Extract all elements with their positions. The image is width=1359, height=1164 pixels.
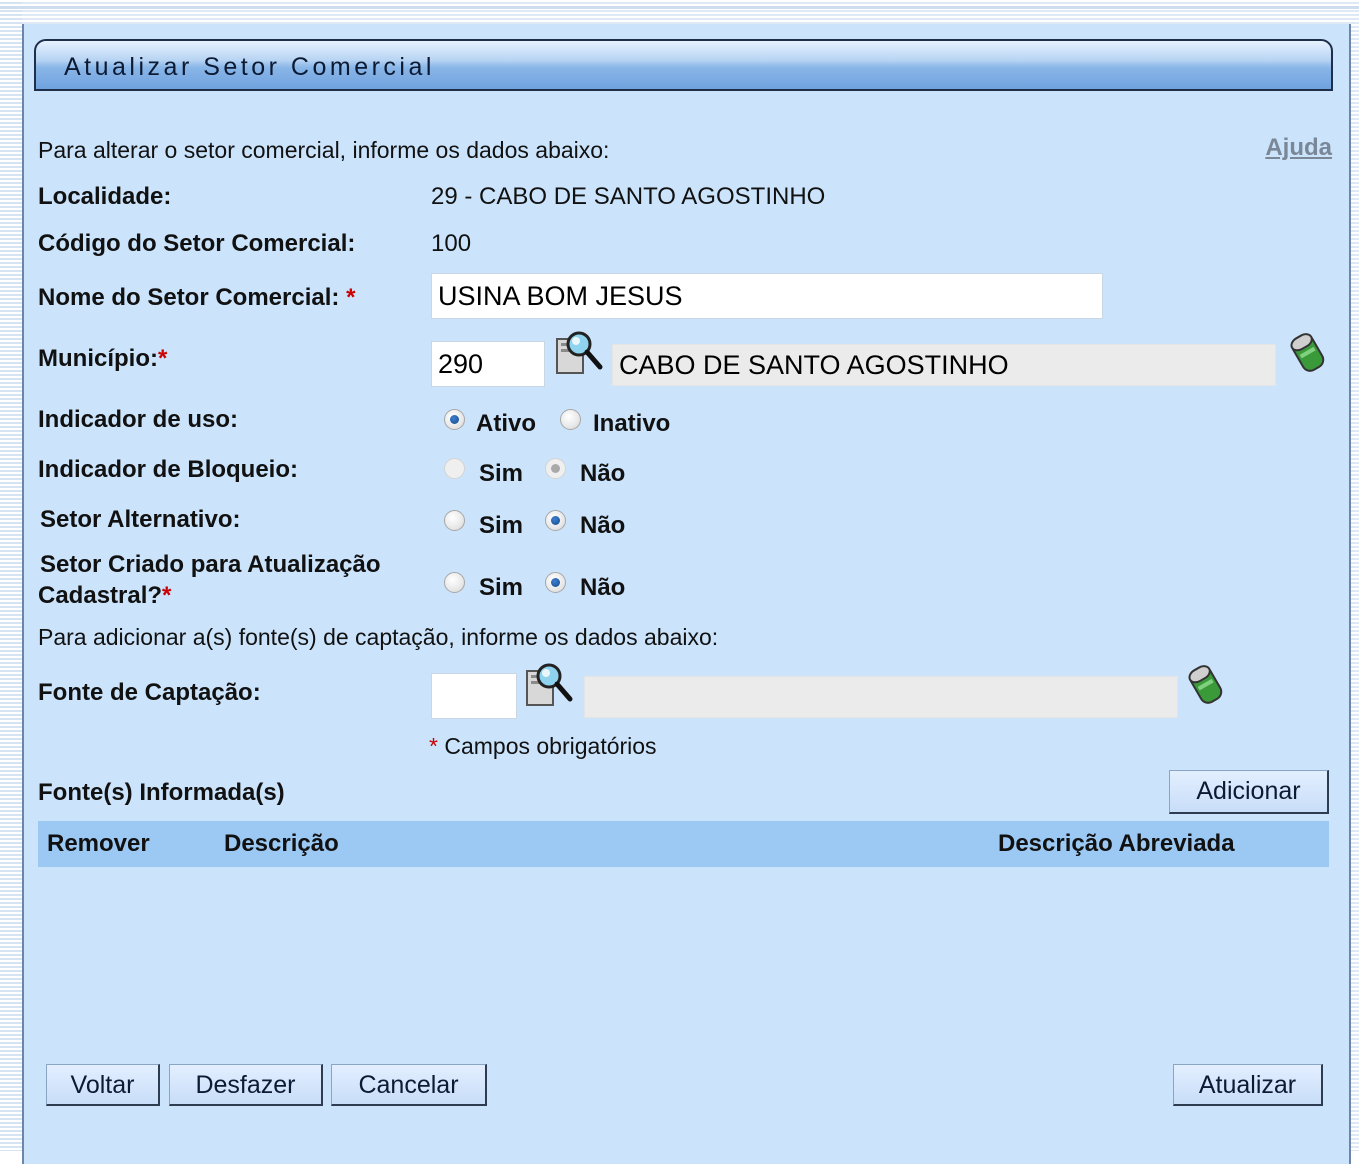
update-button[interactable]: Atualizar	[1173, 1064, 1323, 1106]
radio-inativo[interactable]	[560, 409, 581, 430]
cancel-button[interactable]: Cancelar	[331, 1064, 487, 1106]
radio-criado-nao[interactable]	[545, 572, 566, 593]
radio-alternativo-sim[interactable]	[444, 510, 465, 531]
required-marker: *	[429, 733, 438, 759]
radio-ativo-label: Ativo	[476, 410, 536, 437]
nome-label: Nome do Setor Comercial: *	[38, 284, 355, 312]
required-marker: *	[157, 345, 168, 372]
municipio-name-field	[612, 344, 1276, 386]
radio-criado-nao-label: Não	[580, 574, 626, 601]
nome-label-text: Nome do Setor Comercial:	[38, 284, 340, 311]
form-panel: Atualizar Setor Comercial Para alterar o…	[22, 24, 1351, 1164]
municipio-code-input[interactable]	[431, 341, 545, 387]
fontes-table-header: Remover Descrição Descrição Abreviada	[38, 821, 1329, 867]
radio-alternativo-nao-label: Não	[580, 512, 626, 539]
intro-text: Para alterar o setor comercial, informe …	[38, 137, 610, 163]
top-line	[0, 6, 1359, 9]
setor-criado-label-line2: Cadastral?*	[38, 582, 171, 610]
required-marker: *	[162, 582, 172, 609]
radio-alternativo-nao[interactable]	[545, 510, 566, 531]
radio-bloqueio-nao	[545, 458, 566, 479]
setor-criado-label-line1: Setor Criado para Atualização	[40, 551, 381, 578]
captacao-intro-text: Para adicionar a(s) fonte(s) de captação…	[38, 624, 719, 650]
title-bar: Atualizar Setor Comercial	[34, 39, 1333, 91]
fonte-name-field	[584, 676, 1178, 718]
fonte-code-input[interactable]	[431, 673, 517, 719]
radio-criado-sim-label: Sim	[479, 574, 524, 601]
municipio-label-text: Município:	[38, 345, 158, 372]
codigo-label: Código do Setor Comercial:	[38, 230, 356, 257]
add-button[interactable]: Adicionar	[1169, 770, 1329, 814]
setor-alternativo-label: Setor Alternativo:	[40, 506, 241, 533]
required-marker: *	[346, 284, 356, 311]
eraser-icon[interactable]	[1187, 662, 1227, 713]
nome-input[interactable]	[431, 273, 1103, 319]
municipio-label: Município:*	[38, 345, 167, 373]
codigo-value: 100	[431, 230, 472, 257]
radio-alternativo-sim-label: Sim	[479, 512, 524, 539]
radio-inativo-label: Inativo	[593, 410, 671, 437]
fonte-captacao-label: Fonte de Captação:	[38, 679, 261, 706]
back-button[interactable]: Voltar	[46, 1064, 160, 1106]
search-icon[interactable]	[554, 329, 606, 382]
radio-bloqueio-sim-label: Sim	[479, 460, 524, 487]
column-remover: Remover	[47, 830, 150, 857]
column-descricao-abreviada: Descrição Abreviada	[998, 830, 1235, 857]
required-note-text: Campos obrigatórios	[444, 733, 657, 759]
required-note: * Campos obrigatórios	[429, 733, 657, 760]
search-icon[interactable]	[524, 661, 576, 714]
radio-bloqueio-nao-label: Não	[580, 460, 626, 487]
left-stripe	[0, 0, 22, 1151]
eraser-icon[interactable]	[1289, 330, 1329, 381]
localidade-label: Localidade:	[38, 183, 172, 210]
fontes-informadas-label: Fonte(s) Informada(s)	[38, 779, 285, 806]
indicador-bloqueio-label: Indicador de Bloqueio:	[38, 456, 299, 483]
indicador-uso-label: Indicador de uso:	[38, 406, 239, 433]
help-link[interactable]: Ajuda	[1265, 134, 1332, 162]
localidade-value: 29 - CABO DE SANTO AGOSTINHO	[431, 183, 826, 210]
radio-criado-sim[interactable]	[444, 572, 465, 593]
radio-bloqueio-sim	[444, 458, 465, 479]
setor-criado-label-text: Cadastral?	[38, 582, 163, 609]
page-title: Atualizar Setor Comercial	[64, 53, 435, 81]
radio-ativo[interactable]	[444, 409, 465, 430]
column-descricao: Descrição	[224, 830, 339, 857]
undo-button[interactable]: Desfazer	[169, 1064, 323, 1106]
